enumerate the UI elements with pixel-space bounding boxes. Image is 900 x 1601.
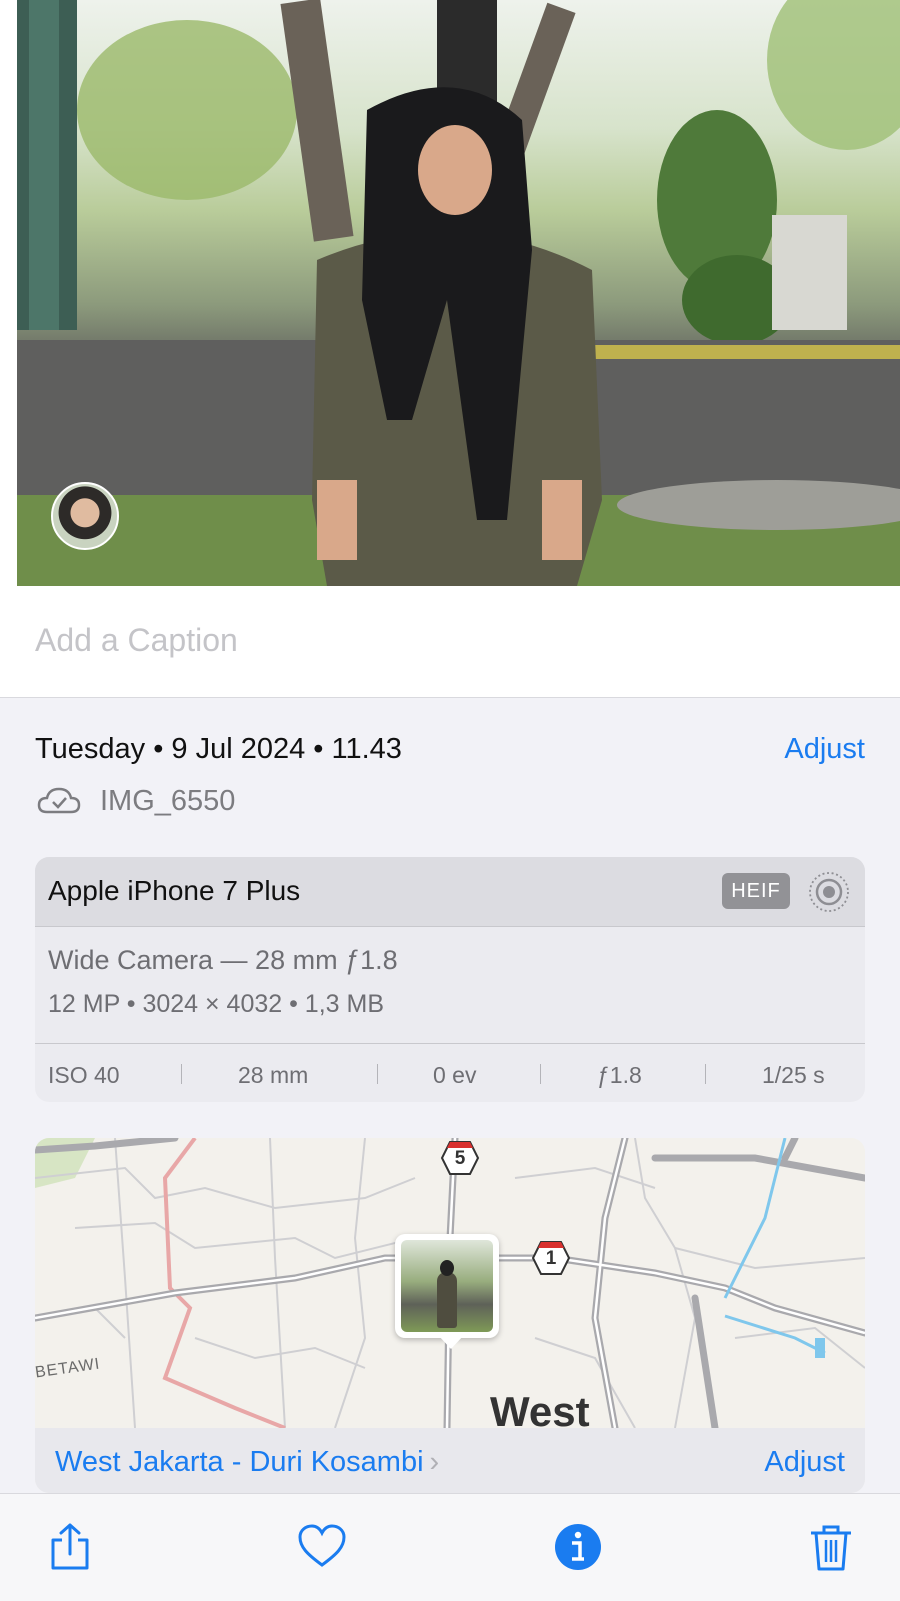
map-photo-pin[interactable] [395,1234,499,1338]
info-icon[interactable] [553,1522,603,1572]
caption-area [0,586,900,698]
camera-info-card: Apple iPhone 7 Plus HEIF Wide Camera — 2… [35,857,865,1102]
bottom-toolbar [0,1493,900,1601]
heart-icon[interactable] [297,1522,347,1572]
exif-iso: ISO 40 [48,1062,120,1088]
exif-divider [540,1064,541,1084]
exif-focal-length: 28 mm [238,1062,309,1088]
camera-header: Apple iPhone 7 Plus HEIF [35,857,865,927]
highway-shield-1: 1 [531,1240,571,1276]
map-pin-pointer [438,1335,464,1349]
device-name: Apple iPhone 7 Plus [48,875,301,906]
live-photo-icon[interactable] [808,871,850,913]
location-map-card[interactable]: 5 1 BETAWI West West Jakarta - Duri Kosa… [35,1138,865,1493]
exif-aperture: ƒ1.8 [597,1062,642,1088]
icloud-synced-icon [37,787,81,814]
highway-shield-5: 5 [440,1140,480,1176]
caption-input[interactable] [35,622,835,659]
exif-divider [705,1064,706,1084]
location-footer: West Jakarta - Duri Kosambi › Adjust [35,1428,865,1493]
photo-datetime: Tuesday • 9 Jul 2024 • 11.43 [35,733,402,765]
share-icon[interactable] [45,1522,95,1572]
trash-icon[interactable] [806,1522,856,1572]
image-specs: 12 MP • 3024 × 4032 • 1,3 MB [48,990,385,1018]
exif-divider [377,1064,378,1084]
format-badge: HEIF [722,873,790,909]
photo-edge [0,0,17,586]
lens-info: Wide Camera — 28 mm ƒ1.8 [48,945,398,975]
exif-exposure-value: 0 ev [433,1062,477,1088]
exif-shutter-speed: 1/25 s [762,1062,825,1088]
exif-row: ISO 40 28 mm 0 ev ƒ1.8 1/25 s [35,1044,865,1102]
location-link[interactable]: West Jakarta - Duri Kosambi › [55,1446,439,1479]
photo-view[interactable] [17,0,900,586]
exif-divider [181,1064,182,1084]
adjust-datetime-button[interactable]: Adjust [784,733,865,766]
location-name: West Jakarta - Duri Kosambi [55,1446,424,1478]
map-photo-thumbnail [401,1240,493,1332]
photo-scene [17,0,900,586]
adjust-location-button[interactable]: Adjust [764,1446,845,1479]
chevron-right-icon: › [429,1446,440,1478]
face-avatar[interactable] [51,482,119,550]
photo-filename: IMG_6550 [100,785,236,817]
